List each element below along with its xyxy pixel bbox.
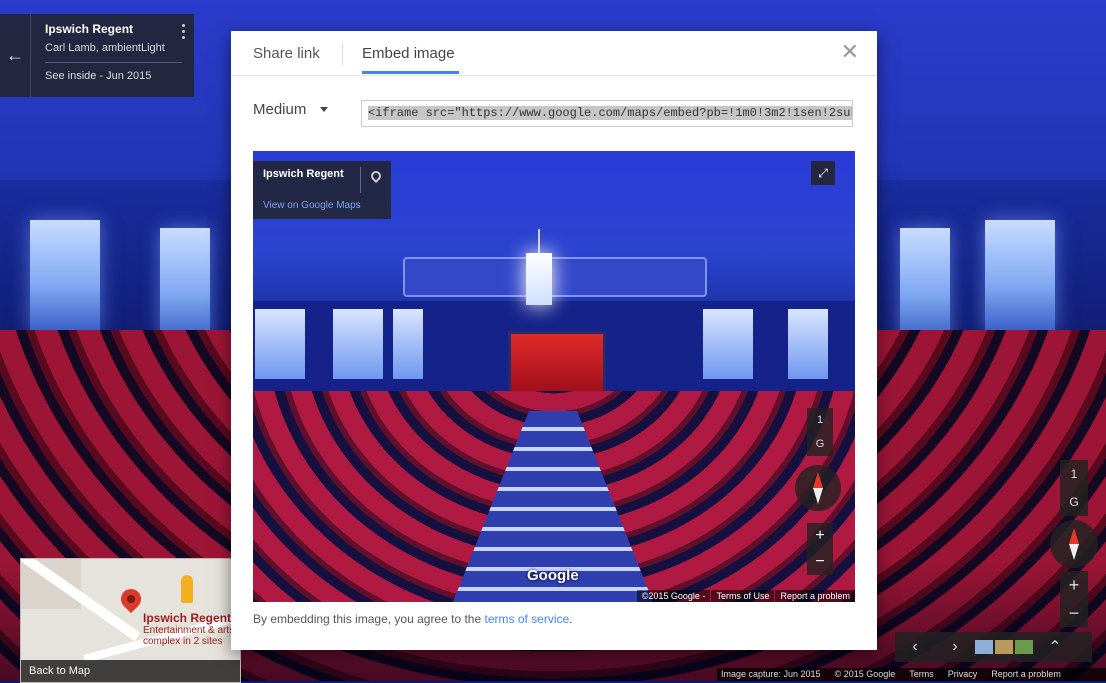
embed-code-text: <iframe src="https://www.google.com/maps… — [368, 106, 852, 120]
preview-zoom-out[interactable]: − — [807, 549, 833, 575]
info-card-body: Ipswich Regent Carl Lamb, ambientLight S… — [31, 14, 194, 97]
preview-window — [255, 309, 305, 379]
tab-embed-image[interactable]: Embed image — [362, 45, 455, 62]
preview-attribution: ©2015 Google - Terms of Use Report a pro… — [636, 590, 855, 602]
active-tab-indicator — [362, 71, 459, 74]
preview-window — [788, 309, 828, 379]
chevron-down-icon — [320, 107, 329, 112]
map-footer: Image capture: Jun 2015 © 2015 Google Te… — [717, 668, 1106, 681]
google-logo: Google — [527, 567, 579, 584]
preview-level-switcher[interactable]: 1 G — [807, 408, 833, 456]
close-icon[interactable]: ✕ — [841, 41, 859, 63]
image-capture-date: Image capture: Jun 2015 — [721, 669, 821, 679]
location-pin-icon[interactable] — [116, 584, 146, 614]
size-select[interactable]: Medium — [253, 101, 329, 118]
zoom-in-button[interactable]: + — [1060, 571, 1088, 599]
tab-share-link[interactable]: Share link — [253, 45, 320, 62]
preview-zoom-in[interactable]: + — [807, 523, 833, 549]
preview-window — [703, 309, 753, 379]
preview-level-g[interactable]: G — [807, 432, 833, 456]
filmstrip-next-button[interactable]: › — [935, 638, 975, 656]
embed-code-field[interactable]: <iframe src="https://www.google.com/maps… — [361, 100, 853, 127]
map-pin-icon — [368, 168, 384, 184]
back-arrow-icon[interactable]: ← — [0, 14, 31, 97]
preview-level-1[interactable]: 1 — [807, 408, 833, 432]
fullscreen-icon[interactable]: ⤢ — [811, 161, 835, 185]
share-dialog: Share link Embed image ✕ Medium <iframe … — [231, 31, 877, 650]
place-info-card: ← Ipswich Regent Carl Lamb, ambientLight… — [0, 14, 194, 97]
privacy-link[interactable]: Privacy — [948, 668, 978, 681]
photo-filmstrip[interactable]: ‹ › ⌃ — [895, 632, 1092, 662]
preview-terms-link[interactable]: Terms of Use — [711, 590, 775, 602]
mini-map[interactable]: Ipswich Regent Entertainment & arts comp… — [20, 558, 241, 683]
preview-info-card: Ipswich Regent View on Google Maps — [253, 161, 391, 219]
more-options-icon[interactable] — [182, 24, 186, 42]
map-place-subtitle: Entertainment & arts complex in 2 sites — [143, 625, 235, 647]
back-to-map-button[interactable]: Back to Map — [21, 660, 240, 682]
pegman-icon[interactable] — [181, 575, 193, 603]
dialog-tabs: Share link Embed image ✕ — [231, 31, 877, 76]
terms-of-service-link[interactable]: terms of service — [484, 612, 569, 626]
zoom-control[interactable]: + − — [1060, 571, 1088, 627]
divider — [45, 62, 182, 63]
level-switcher[interactable]: 1 G — [1060, 460, 1088, 516]
see-inside-link[interactable]: See inside - Jun 2015 — [45, 70, 182, 82]
place-title[interactable]: Ipswich Regent — [45, 22, 182, 36]
window-left-2 — [160, 228, 210, 338]
preview-report-link[interactable]: Report a problem — [775, 590, 855, 602]
size-select-value: Medium — [253, 101, 307, 118]
preview-window — [393, 309, 423, 379]
zoom-out-button[interactable]: − — [1060, 599, 1088, 627]
window-right-2 — [985, 220, 1055, 330]
filmstrip-thumbnail[interactable] — [995, 640, 1013, 654]
window-left-1 — [30, 220, 100, 330]
expand-filmstrip-icon[interactable]: ⌃ — [1035, 637, 1075, 657]
window-right-1 — [900, 228, 950, 338]
photo-author[interactable]: Carl Lamb, ambientLight — [45, 42, 182, 54]
preview-copyright: ©2015 Google - — [636, 590, 711, 602]
preview-window — [333, 309, 383, 379]
filmstrip-thumbnail[interactable] — [1015, 640, 1033, 654]
terms-link[interactable]: Terms — [909, 668, 934, 681]
preview-stage-curtain — [508, 331, 606, 397]
tab-divider — [342, 43, 343, 65]
preview-place-title: Ipswich Regent — [263, 168, 344, 180]
preview-zoom-control[interactable]: + − — [807, 523, 833, 575]
copyright: © 2015 Google — [834, 669, 896, 679]
view-on-google-maps-link[interactable]: View on Google Maps — [263, 200, 361, 211]
level-1-button[interactable]: 1 — [1060, 460, 1088, 488]
embed-preview[interactable]: Ipswich Regent View on Google Maps ⤢ 1 G… — [253, 151, 855, 602]
filmstrip-thumbnail[interactable] — [975, 640, 993, 654]
agreement-prefix: By embedding this image, you agree to th… — [253, 612, 485, 626]
map-place-name: Ipswich Regent — [143, 611, 232, 625]
preview-compass-icon[interactable] — [795, 465, 841, 511]
preview-ceiling-ring — [403, 257, 707, 297]
preview-chandelier — [524, 229, 554, 305]
compass-icon[interactable] — [1050, 520, 1098, 568]
embed-agreement-text: By embedding this image, you agree to th… — [253, 612, 573, 626]
report-problem-link[interactable]: Report a problem — [991, 668, 1061, 681]
level-g-button[interactable]: G — [1060, 488, 1088, 516]
agreement-suffix: . — [569, 612, 573, 626]
filmstrip-prev-button[interactable]: ‹ — [895, 638, 935, 656]
preview-pin-button[interactable] — [360, 167, 391, 193]
